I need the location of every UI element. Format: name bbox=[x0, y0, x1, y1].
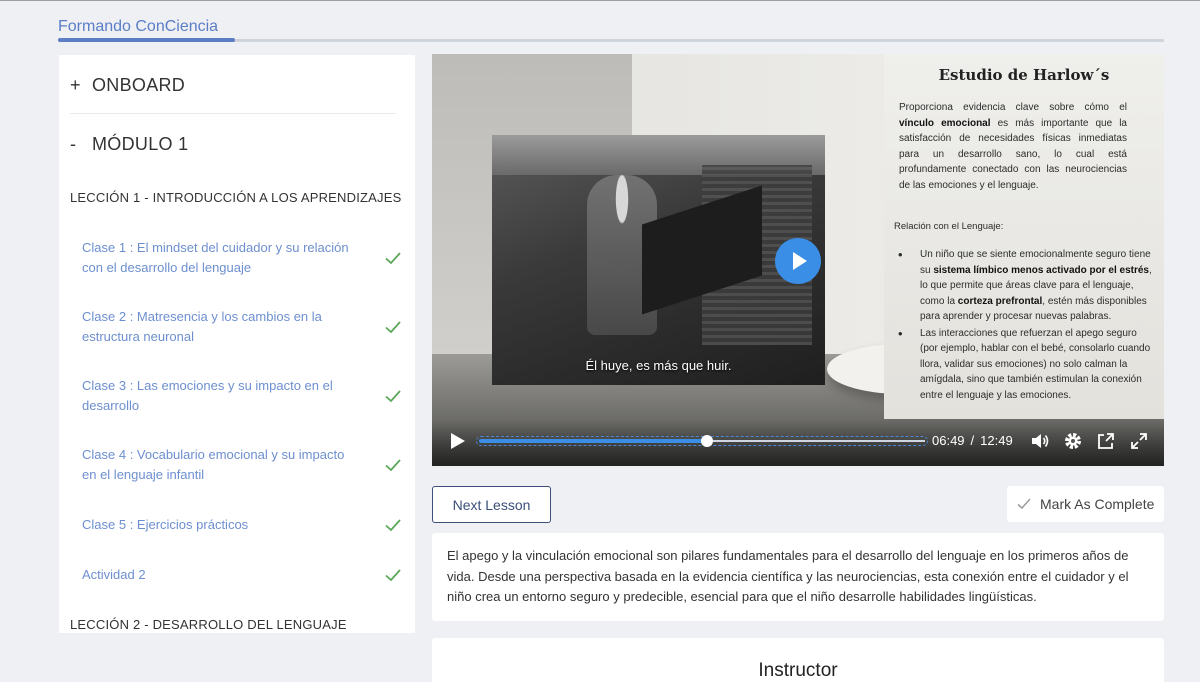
sidebar-item-clase-2[interactable]: Clase 2 : Matresencia y los cambios en l… bbox=[82, 307, 402, 347]
progress-fill bbox=[479, 439, 707, 443]
slide-bullet: Las interacciones que refuerzan el apego… bbox=[898, 326, 1154, 404]
popout-icon[interactable] bbox=[1096, 431, 1116, 451]
big-play-button[interactable] bbox=[775, 238, 821, 284]
mark-complete-button[interactable]: Mark As Complete bbox=[1007, 486, 1164, 522]
item-label: Actividad 2 bbox=[82, 567, 146, 582]
check-icon bbox=[385, 390, 401, 403]
sidebar-item-actividad-2[interactable]: Actividad 2 bbox=[82, 565, 402, 585]
section-label: MÓDULO 1 bbox=[92, 134, 189, 154]
video-player[interactable]: Estudio de Harlow´s Proporciona evidenci… bbox=[432, 54, 1164, 466]
top-border bbox=[0, 0, 1200, 1]
video-subtitle: Él huye, es más que huir. bbox=[585, 358, 732, 373]
play-icon[interactable] bbox=[450, 432, 466, 450]
check-icon bbox=[385, 459, 401, 472]
sidebar-item-clase-1[interactable]: Clase 1 : El mindset del cuidador y su r… bbox=[82, 238, 402, 278]
video-controls: 06:49 / 12:49 bbox=[432, 420, 1164, 466]
item-label: Clase 2 : Matresencia y los cambios en l… bbox=[82, 309, 322, 344]
gear-icon[interactable] bbox=[1063, 431, 1083, 451]
check-icon bbox=[385, 252, 401, 265]
next-lesson-button[interactable]: Next Lesson bbox=[432, 486, 551, 523]
section-onboard[interactable]: + ONBOARD bbox=[70, 75, 185, 96]
lesson-heading[interactable]: LECCIÓN 2 - DESARROLLO DEL LENGUAJE bbox=[70, 617, 347, 632]
item-label: Clase 5 : Ejercicios prácticos bbox=[82, 517, 249, 532]
slide-subheading: Relación con el Lenguaje: bbox=[894, 221, 1004, 232]
slide-bullets: Un niño que se siente emocionalmente seg… bbox=[898, 247, 1154, 404]
section-divider bbox=[70, 113, 396, 114]
progress-remaining bbox=[709, 440, 925, 442]
check-icon bbox=[385, 519, 401, 532]
slide-panel: Estudio de Harlow´s Proporciona evidenci… bbox=[884, 54, 1164, 419]
current-time: 06:49 bbox=[932, 433, 965, 448]
course-sidebar: + ONBOARD - MÓDULO 1 LECCIÓN 1 - INTRODU… bbox=[59, 55, 415, 633]
slide-paragraph: Proporciona evidencia clave sobre cómo e… bbox=[899, 102, 1127, 191]
fullscreen-icon[interactable] bbox=[1129, 431, 1149, 451]
item-label: Clase 4 : Vocabulario emocional y su imp… bbox=[82, 447, 345, 482]
progress-bar[interactable] bbox=[476, 435, 928, 447]
volume-icon[interactable] bbox=[1030, 431, 1050, 451]
duration: 12:49 bbox=[980, 433, 1013, 448]
collapse-icon: - bbox=[70, 134, 77, 154]
sidebar-item-clase-4[interactable]: Clase 4 : Vocabulario emocional y su imp… bbox=[82, 445, 402, 485]
expand-icon: + bbox=[70, 75, 81, 95]
section-modulo-1[interactable]: - MÓDULO 1 bbox=[70, 134, 188, 155]
check-icon bbox=[1017, 498, 1031, 510]
item-label: Clase 1 : El mindset del cuidador y su r… bbox=[82, 240, 349, 275]
section-label: ONBOARD bbox=[92, 75, 186, 95]
sidebar-item-clase-3[interactable]: Clase 3 : Las emociones y su impacto en … bbox=[82, 376, 402, 416]
course-title-tab[interactable]: Formando ConCiencia bbox=[58, 18, 218, 36]
check-icon bbox=[385, 569, 401, 582]
mark-complete-label: Mark As Complete bbox=[1040, 496, 1155, 512]
tab-active-indicator bbox=[58, 38, 235, 42]
lesson-heading: LECCIÓN 1 - INTRODUCCIÓN A LOS APRENDIZA… bbox=[70, 190, 402, 205]
instructor-heading: Instructor bbox=[758, 660, 838, 681]
check-icon bbox=[385, 321, 401, 334]
progress-handle[interactable] bbox=[701, 435, 713, 447]
slide-title: Estudio de Harlow´s bbox=[938, 66, 1110, 84]
item-label: Clase 3 : Las emociones y su impacto en … bbox=[82, 378, 333, 413]
instructor-card: Instructor bbox=[432, 638, 1164, 682]
time-separator: / bbox=[970, 433, 975, 448]
slide-bullet: Un niño que se siente emocionalmente seg… bbox=[898, 247, 1154, 325]
lesson-description: El apego y la vinculación emocional son … bbox=[432, 533, 1164, 621]
sidebar-item-clase-5[interactable]: Clase 5 : Ejercicios prácticos bbox=[82, 515, 402, 535]
time-display: 06:49 / 12:49 bbox=[932, 433, 1013, 448]
